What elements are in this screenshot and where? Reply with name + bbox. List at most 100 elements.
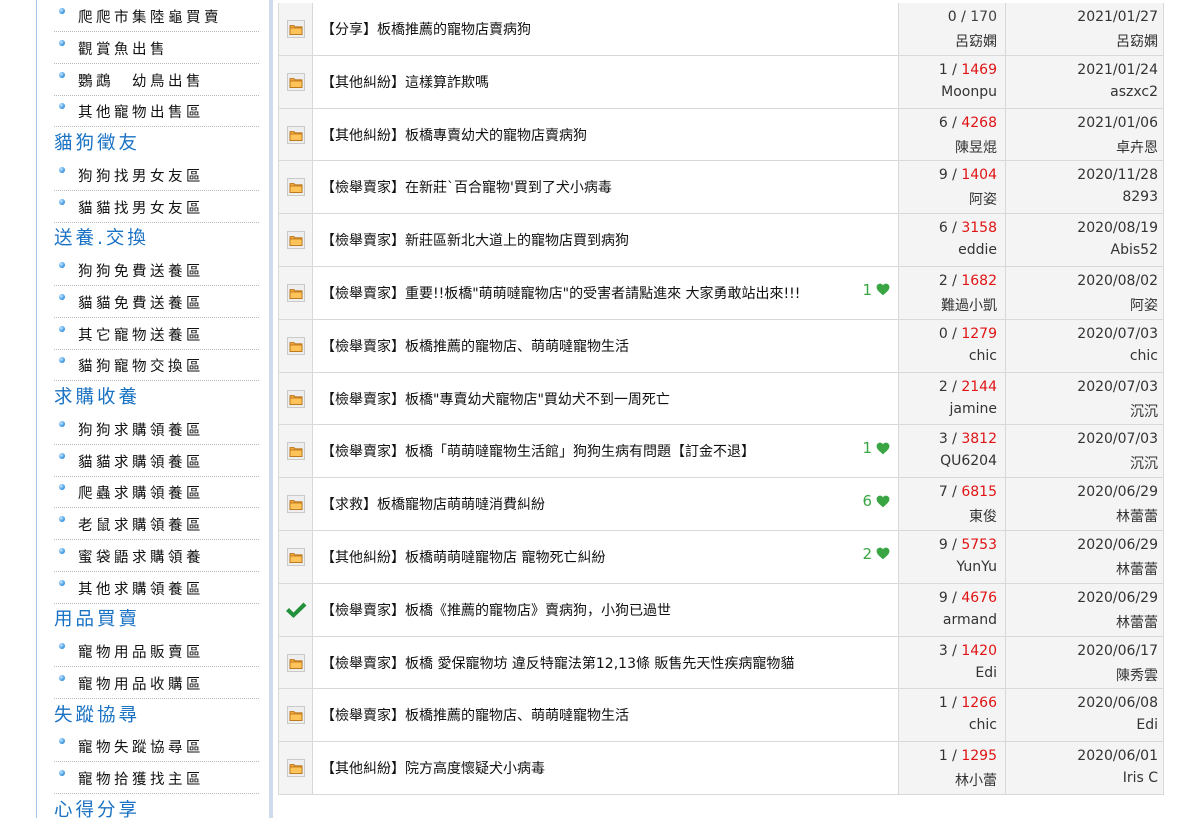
- thread-row[interactable]: 【檢舉賣家】板橋《推薦的寵物店》賣病狗，小狗已過世 9 / 4676 arman…: [278, 583, 1164, 637]
- last-poster[interactable]: 陳秀雲: [1116, 665, 1158, 685]
- thread-row[interactable]: 【檢舉賣家】板橋「萌萌噠寵物生活館」狗狗生病有問題【訂金不退】 1 3 / 38…: [278, 425, 1164, 479]
- thread-row[interactable]: 【其他糾紛】板橋萌萌噠寵物店 寵物死亡糾紛 2 9 / 5753 YunYu 2…: [278, 530, 1164, 584]
- sidebar-item[interactable]: 貓貓免費送養區: [54, 286, 259, 318]
- last-poster[interactable]: 卓卉恩: [1116, 137, 1158, 157]
- sidebar-item[interactable]: 爬蟲求購領養區: [54, 476, 259, 509]
- last-poster[interactable]: Iris C: [1123, 770, 1158, 786]
- last-poster[interactable]: aszxc2: [1110, 84, 1158, 100]
- sidebar-item[interactable]: 寵物失蹤協尋區: [54, 730, 259, 763]
- sidebar-item[interactable]: 其它寵物送養區: [54, 318, 259, 350]
- last-poster[interactable]: Edi: [1136, 717, 1158, 733]
- last-post-date: 2020/06/29: [1077, 484, 1158, 501]
- sidebar-item[interactable]: 寵物拾獲找主區: [54, 762, 259, 794]
- last-post-date: 2020/06/01: [1077, 748, 1158, 765]
- sidebar-item[interactable]: 貓狗寵物交換區: [54, 349, 259, 382]
- thread-title-link[interactable]: 【檢舉賣家】重要!!板橋"萌萌噠寵物店"的受害者請點進來 大家勇敢站出來!!!: [321, 283, 800, 303]
- sidebar-item[interactable]: 其他寵物出售區: [54, 95, 259, 128]
- thread-author[interactable]: chic: [969, 717, 997, 733]
- thread-title-link[interactable]: 【其他糾紛】板橋專賣幼犬的寵物店賣病狗: [321, 125, 587, 145]
- reply-count: 2: [938, 272, 948, 289]
- last-post-cell: 2021/01/24 aszxc2: [1006, 55, 1163, 108]
- thread-row[interactable]: 【檢舉賣家】板橋推薦的寵物店、萌萌噠寵物生活 0 / 1279 chic 202…: [278, 319, 1164, 373]
- sidebar-item[interactable]: 蜜袋鼯求購領養: [54, 540, 259, 572]
- last-poster[interactable]: 林蕾蕾: [1116, 506, 1158, 526]
- bullet-icon: [59, 71, 65, 78]
- thread-row[interactable]: 【分享】板橋推薦的寵物店賣病狗 0 / 170 呂窈嫻 2021/01/27 呂…: [278, 3, 1164, 56]
- last-poster[interactable]: 呂窈嫻: [1116, 31, 1158, 51]
- thread-author[interactable]: Edi: [975, 665, 997, 681]
- thread-author[interactable]: chic: [969, 348, 997, 364]
- last-poster[interactable]: Abis52: [1111, 242, 1158, 258]
- thread-title-link[interactable]: 【檢舉賣家】板橋 愛保寵物坊 違反特寵法第12,13條 販售先天性疾病寵物貓: [321, 653, 794, 673]
- thread-title-link[interactable]: 【檢舉賣家】新莊區新北大道上的寵物店買到病狗: [321, 230, 629, 250]
- thread-row[interactable]: 【其他糾紛】板橋專賣幼犬的寵物店賣病狗 6 / 4268 陳昱焜 2021/01…: [278, 108, 1164, 162]
- thread-author[interactable]: jamine: [950, 401, 997, 417]
- last-poster[interactable]: 林蕾蕾: [1116, 559, 1158, 579]
- last-poster[interactable]: chic: [1130, 348, 1158, 364]
- sidebar-category[interactable]: 失蹤協尋: [54, 699, 259, 730]
- last-post-cell: 2020/07/03 chic: [1006, 319, 1163, 372]
- last-post-date: 2021/01/27: [1077, 9, 1158, 25]
- thread-row[interactable]: 【檢舉賣家】板橋推薦的寵物店、萌萌噠寵物生活 1 / 1266 chic 202…: [278, 689, 1164, 743]
- last-poster[interactable]: 阿姿: [1130, 295, 1158, 315]
- sidebar-item[interactable]: 狗狗找男女友區: [54, 159, 259, 191]
- thread-row[interactable]: 【檢舉賣家】重要!!板橋"萌萌噠寵物店"的受害者請點進來 大家勇敢站出來!!! …: [278, 266, 1164, 320]
- view-count: 6815: [961, 484, 997, 501]
- sidebar-item[interactable]: 狗狗免費送養區: [54, 254, 259, 286]
- sidebar-category[interactable]: 求購收養: [54, 381, 259, 412]
- thread-author[interactable]: 阿姿: [969, 189, 997, 209]
- thread-author[interactable]: 呂窈嫻: [955, 31, 997, 51]
- thread-row[interactable]: 【其他糾紛】這樣算詐欺嗎 1 / 1469 Moonpu 2021/01/24 …: [278, 55, 1164, 109]
- thread-author[interactable]: QU6204: [940, 453, 997, 469]
- thread-row[interactable]: 【檢舉賣家】在新莊`百合寵物'買到了犬小病毒 9 / 1404 阿姿 2020/…: [278, 161, 1164, 215]
- thread-row[interactable]: 【檢舉賣家】板橋 愛保寵物坊 違反特寵法第12,13條 販售先天性疾病寵物貓 3…: [278, 636, 1164, 690]
- sidebar-item[interactable]: 寵物用品販賣區: [54, 635, 259, 667]
- view-count: 1295: [961, 748, 997, 765]
- thread-author[interactable]: 難過小凱: [941, 295, 997, 315]
- thread-title-link[interactable]: 【分享】板橋推薦的寵物店賣病狗: [321, 19, 531, 39]
- thread-title-link[interactable]: 【檢舉賣家】板橋推薦的寵物店、萌萌噠寵物生活: [321, 336, 629, 356]
- sidebar: 爬爬市集陸龜買賣 觀賞魚出售 鸚鵡 幼鳥出售 其他寵物出售區 貓狗徵友 狗狗找男…: [36, 0, 271, 821]
- sidebar-item[interactable]: 觀賞魚出售: [54, 32, 259, 64]
- thread-title-link[interactable]: 【檢舉賣家】板橋《推薦的寵物店》賣病狗，小狗已過世: [321, 600, 671, 620]
- thread-title-link[interactable]: 【檢舉賣家】板橋"專賣幼犬寵物店"買幼犬不到一周死亡: [321, 389, 670, 409]
- sidebar-item[interactable]: 老鼠求購領養區: [54, 508, 259, 540]
- thread-row[interactable]: 【其他糾紛】院方高度懷疑犬小病毒 1 / 1295 林小蕾 2020/06/01…: [278, 742, 1164, 795]
- thread-title-link[interactable]: 【檢舉賣家】板橋推薦的寵物店、萌萌噠寵物生活: [321, 705, 629, 725]
- thread-author[interactable]: YunYu: [956, 559, 997, 575]
- sidebar-category[interactable]: 心得分享: [54, 794, 259, 825]
- thread-row[interactable]: 【求救】板橋寵物店萌萌噠消費糾紛 6 7 / 6815 東俊 2020/06/2…: [278, 478, 1164, 531]
- thread-title-link[interactable]: 【檢舉賣家】板橋「萌萌噠寵物生活館」狗狗生病有問題【訂金不退】: [321, 441, 755, 461]
- last-poster[interactable]: 8293: [1122, 189, 1158, 205]
- thread-title-link[interactable]: 【其他糾紛】板橋萌萌噠寵物店 寵物死亡糾紛: [321, 547, 605, 567]
- thread-author[interactable]: 林小蕾: [955, 770, 997, 790]
- last-poster[interactable]: 沉沉: [1130, 453, 1158, 473]
- last-poster[interactable]: 林蕾蕾: [1116, 612, 1158, 632]
- sidebar-category[interactable]: 用品買賣: [54, 603, 259, 634]
- thread-author[interactable]: 東俊: [969, 506, 997, 526]
- bullet-icon: [59, 357, 65, 364]
- sidebar-item[interactable]: 狗狗求購領養區: [54, 413, 259, 445]
- thread-row[interactable]: 【檢舉賣家】新莊區新北大道上的寵物店買到病狗 6 / 3158 eddie 20…: [278, 214, 1164, 267]
- sidebar-category[interactable]: 貓狗徵友: [54, 127, 259, 158]
- thread-author[interactable]: eddie: [958, 242, 997, 258]
- last-poster[interactable]: 沉沉: [1130, 401, 1158, 421]
- thread-author[interactable]: 陳昱焜: [955, 137, 997, 157]
- sidebar-item[interactable]: 寵物用品收購區: [54, 667, 259, 699]
- sidebar-item[interactable]: 貓貓求購領養區: [54, 445, 259, 477]
- sidebar-item[interactable]: 鸚鵡 幼鳥出售: [54, 64, 259, 96]
- sidebar-item[interactable]: 其他求購領養區: [54, 572, 259, 604]
- sidebar-item[interactable]: 貓貓找男女友區: [54, 191, 259, 223]
- thread-title-link[interactable]: 【檢舉賣家】在新莊`百合寵物'買到了犬小病毒: [321, 177, 612, 197]
- thread-author[interactable]: Moonpu: [941, 84, 997, 100]
- thread-title-cell: 【檢舉賣家】板橋推薦的寵物店、萌萌噠寵物生活: [313, 319, 899, 372]
- check-icon: [286, 602, 307, 618]
- thread-row[interactable]: 【檢舉賣家】板橋"專賣幼犬寵物店"買幼犬不到一周死亡 2 / 2144 jami…: [278, 372, 1164, 426]
- sidebar-item[interactable]: 爬爬市集陸龜買賣: [54, 0, 259, 32]
- thread-author[interactable]: armand: [943, 612, 997, 628]
- thread-title-link[interactable]: 【其他糾紛】這樣算詐欺嗎: [321, 72, 489, 92]
- thread-title-link[interactable]: 【其他糾紛】院方高度懷疑犬小病毒: [321, 758, 545, 778]
- thread-title-link[interactable]: 【求救】板橋寵物店萌萌噠消費糾紛: [321, 494, 545, 514]
- sidebar-category[interactable]: 送養.交換: [54, 222, 259, 253]
- reply-count: 0: [947, 9, 957, 25]
